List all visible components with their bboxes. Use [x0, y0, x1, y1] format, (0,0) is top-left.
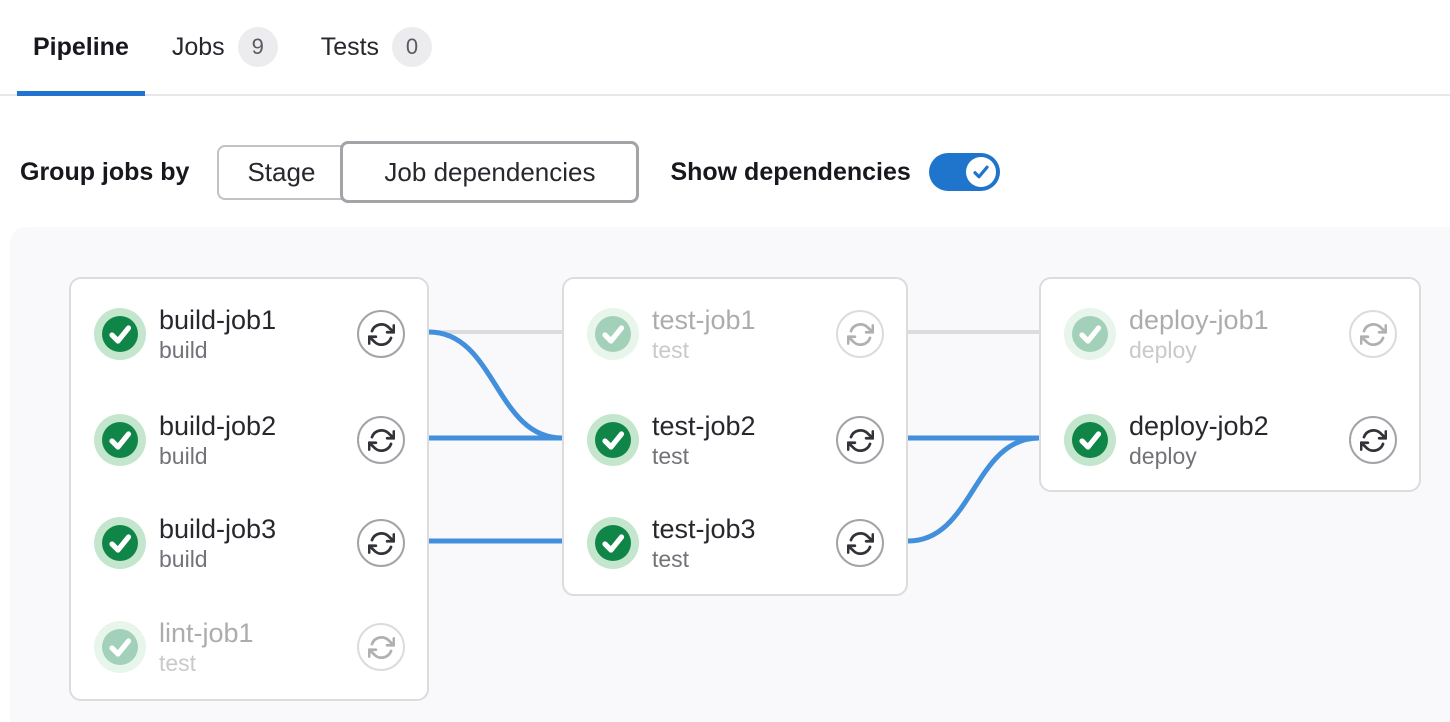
job-name: test-job3	[652, 513, 756, 546]
job-row-deploy-job2[interactable]: deploy-job2deploy	[1041, 390, 1419, 490]
jobs-count-badge: 9	[238, 27, 278, 67]
retry-icon	[368, 530, 395, 557]
retry-job-button[interactable]	[1349, 310, 1397, 358]
job-name: build-job3	[159, 513, 276, 546]
group-by-job-dependencies-button[interactable]: Job dependencies	[340, 141, 639, 203]
tests-count-badge: 0	[392, 27, 432, 67]
retry-job-button[interactable]	[357, 310, 405, 358]
retry-icon	[368, 634, 395, 661]
group-by-stage-button[interactable]: Stage	[217, 145, 343, 200]
job-stage-label: test	[652, 443, 756, 470]
retry-icon	[368, 321, 395, 348]
retry-icon	[1360, 321, 1387, 348]
job-stage-label: deploy	[1129, 443, 1269, 470]
tab-jobs[interactable]: Jobs 9	[156, 0, 294, 94]
retry-job-button[interactable]	[836, 310, 884, 358]
job-row-build-job3[interactable]: build-job3build	[71, 493, 427, 593]
retry-icon	[1360, 427, 1387, 454]
pipeline-page: Pipeline Jobs 9 Tests 0 Group jobs by St…	[0, 0, 1450, 722]
tab-jobs-label: Jobs	[172, 33, 225, 62]
status-success-icon	[1064, 414, 1116, 466]
job-group-card: deploy-job1deploydeploy-job2deploy	[1039, 277, 1421, 492]
job-name: build-job2	[159, 410, 276, 443]
tab-tests-label: Tests	[321, 33, 379, 62]
job-row-build-job1[interactable]: build-job1build	[71, 284, 427, 384]
retry-job-button[interactable]	[357, 519, 405, 567]
job-stage-label: build	[159, 546, 276, 573]
job-row-test-job2[interactable]: test-job2test	[564, 390, 906, 490]
toggle-knob	[966, 157, 996, 187]
job-row-test-job1[interactable]: test-job1test	[564, 284, 906, 384]
show-dependencies-toggle[interactable]	[929, 153, 1000, 191]
status-success-icon	[1064, 308, 1116, 360]
job-stage-label: test	[652, 337, 756, 364]
pipeline-graph: build-job1buildbuild-job2buildbuild-job3…	[10, 227, 1450, 722]
retry-icon	[847, 427, 874, 454]
group-jobs-segmented-control: Stage Job dependencies	[217, 141, 639, 203]
retry-job-button[interactable]	[357, 623, 405, 671]
job-row-deploy-job1[interactable]: deploy-job1deploy	[1041, 284, 1419, 384]
retry-icon	[368, 427, 395, 454]
show-dependencies-label: Show dependencies	[670, 158, 910, 187]
job-text: build-job2build	[159, 410, 276, 470]
tab-tests[interactable]: Tests 0	[305, 0, 448, 94]
job-group-card: build-job1buildbuild-job2buildbuild-job3…	[69, 277, 429, 701]
check-icon	[971, 162, 991, 182]
retry-icon	[847, 530, 874, 557]
job-stage-label: build	[159, 443, 276, 470]
job-name: deploy-job1	[1129, 304, 1269, 337]
job-text: test-job2test	[652, 410, 756, 470]
job-name: build-job1	[159, 304, 276, 337]
job-text: build-job3build	[159, 513, 276, 573]
job-text: deploy-job2deploy	[1129, 410, 1269, 470]
job-row-test-job3[interactable]: test-job3test	[564, 493, 906, 593]
dependency-link	[908, 438, 1039, 541]
tab-pipeline[interactable]: Pipeline	[17, 0, 145, 94]
dependency-link	[429, 332, 562, 438]
job-name: deploy-job2	[1129, 410, 1269, 443]
group-jobs-by-label: Group jobs by	[20, 158, 189, 187]
retry-job-button[interactable]	[357, 416, 405, 464]
job-stage-label: deploy	[1129, 337, 1269, 364]
job-text: lint-job1test	[159, 617, 254, 677]
job-stage-label: test	[159, 650, 254, 677]
job-stage-label: test	[652, 546, 756, 573]
retry-icon	[847, 321, 874, 348]
job-name: test-job2	[652, 410, 756, 443]
retry-job-button[interactable]	[836, 519, 884, 567]
status-success-icon	[94, 621, 146, 673]
job-name: lint-job1	[159, 617, 254, 650]
tab-pipeline-label: Pipeline	[33, 33, 129, 62]
status-success-icon	[94, 517, 146, 569]
retry-job-button[interactable]	[836, 416, 884, 464]
status-success-icon	[587, 414, 639, 466]
job-name: test-job1	[652, 304, 756, 337]
job-row-lint-job1[interactable]: lint-job1test	[71, 597, 427, 697]
job-text: test-job3test	[652, 513, 756, 573]
job-row-build-job2[interactable]: build-job2build	[71, 390, 427, 490]
job-group-card: test-job1testtest-job2testtest-job3test	[562, 277, 908, 596]
job-text: build-job1build	[159, 304, 276, 364]
pipeline-tabs: Pipeline Jobs 9 Tests 0	[0, 0, 1450, 96]
status-success-icon	[94, 308, 146, 360]
status-success-icon	[587, 517, 639, 569]
job-text: deploy-job1deploy	[1129, 304, 1269, 364]
retry-job-button[interactable]	[1349, 416, 1397, 464]
status-success-icon	[587, 308, 639, 360]
job-text: test-job1test	[652, 304, 756, 364]
status-success-icon	[94, 414, 146, 466]
job-stage-label: build	[159, 337, 276, 364]
graph-controls: Group jobs by Stage Job dependencies Sho…	[20, 140, 1450, 204]
